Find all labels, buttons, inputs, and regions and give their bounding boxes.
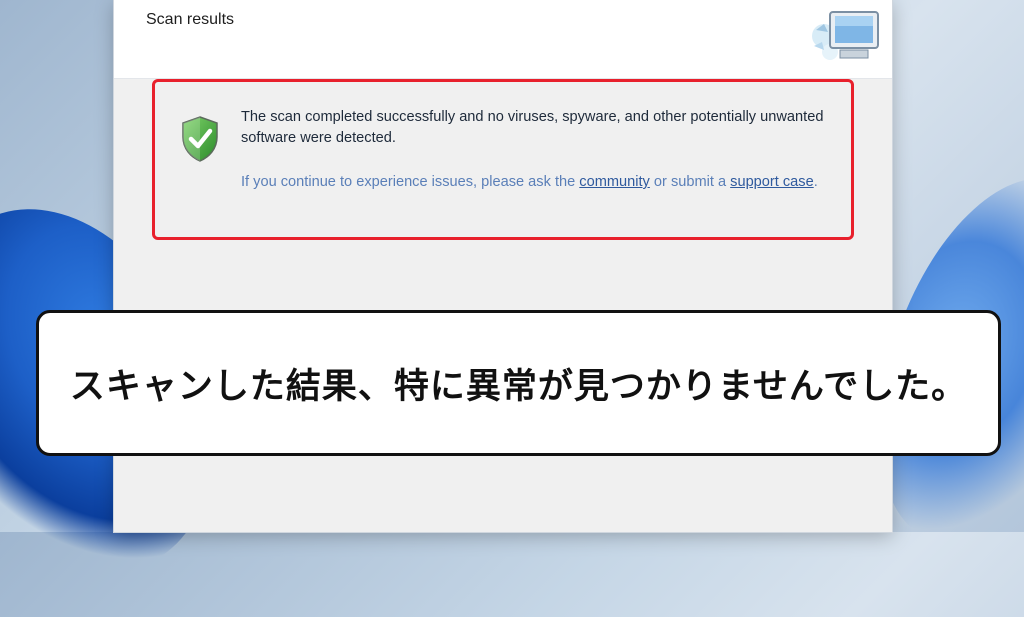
help-text-suffix: . xyxy=(813,174,818,190)
result-highlight-box xyxy=(152,79,854,240)
support-case-link[interactable]: support case xyxy=(730,174,814,190)
subtitle-caption: スキャンした結果、特に異常が見つかりませんでした。 xyxy=(36,310,1001,456)
subtitle-caption-text: スキャンした結果、特に異常が見つかりませんでした。 xyxy=(69,366,968,407)
community-link[interactable]: community xyxy=(579,174,650,190)
shield-check-icon xyxy=(182,116,218,162)
window-header: Scan results xyxy=(114,0,892,79)
scan-result-message: The scan completed successfully and no v… xyxy=(241,109,824,146)
help-text: If you continue to experience issues, pl… xyxy=(241,172,841,193)
page-title: Scan results xyxy=(146,11,235,28)
help-text-prefix: If you continue to experience issues, pl… xyxy=(241,174,580,190)
help-text-middle: or submit a xyxy=(649,174,731,190)
scanner-computer-icon xyxy=(812,11,879,60)
